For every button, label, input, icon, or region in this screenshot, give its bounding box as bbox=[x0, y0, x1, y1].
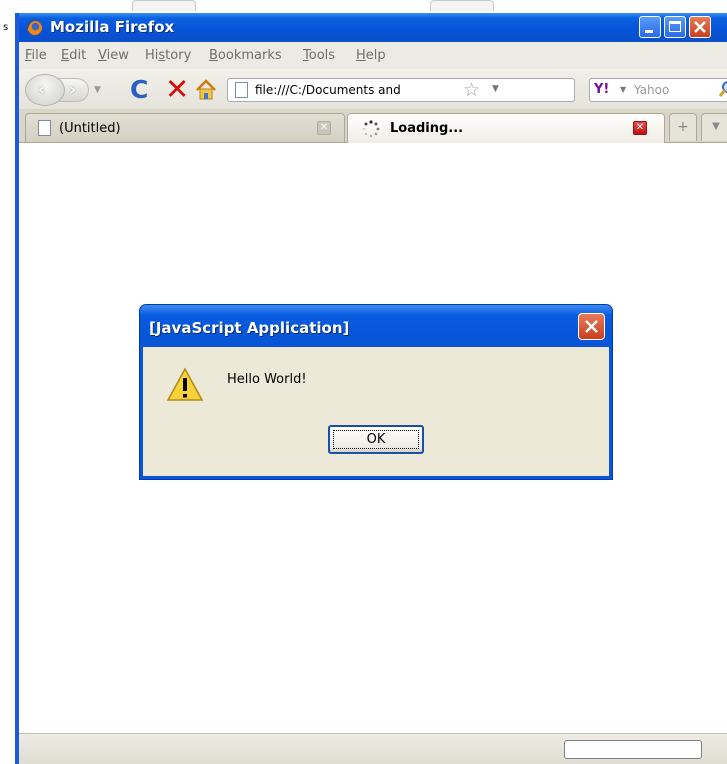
page-icon bbox=[38, 120, 51, 136]
status-bar bbox=[19, 733, 727, 764]
menu-history[interactable]: History bbox=[145, 48, 191, 63]
stop-icon[interactable]: ✕ bbox=[165, 72, 189, 106]
minimize-icon bbox=[645, 30, 653, 33]
dialog-body: Hello World! OK bbox=[143, 347, 609, 476]
search-engine-dropdown-icon[interactable]: ▼ bbox=[620, 85, 626, 94]
search-input[interactable]: Yahoo bbox=[634, 83, 669, 97]
tab-close-icon[interactable]: ✕ bbox=[317, 121, 331, 135]
tab-list-button[interactable]: ▼ bbox=[701, 113, 727, 141]
home-icon[interactable] bbox=[195, 79, 217, 101]
dialog-message: Hello World! bbox=[227, 372, 307, 387]
reload-icon[interactable]: C bbox=[130, 75, 148, 104]
tab-label: Loading... bbox=[390, 121, 464, 136]
maximize-icon bbox=[669, 21, 681, 32]
forward-icon: › bbox=[69, 80, 77, 100]
url-dropdown-icon[interactable]: ▼ bbox=[492, 84, 499, 94]
window-titlebar[interactable]: Mozilla Firefox bbox=[19, 13, 727, 42]
history-dropdown-icon[interactable]: ▼ bbox=[94, 85, 101, 95]
background-window-edge bbox=[132, 0, 196, 11]
menu-file[interactable]: File bbox=[25, 48, 47, 63]
window-title: Mozilla Firefox bbox=[50, 18, 175, 36]
url-bar[interactable]: file:///C:/Documents and ☆ ▼ bbox=[227, 78, 575, 102]
loading-throbber-icon bbox=[362, 120, 380, 138]
alert-dialog: [JavaScript Application] Hello World! OK bbox=[139, 304, 613, 480]
star-icon[interactable]: ☆ bbox=[463, 79, 480, 101]
plus-icon: + bbox=[677, 119, 689, 135]
navigation-toolbar: › ‹ ▼ C ✕ file:///C:/Documents and ☆ ▼ Y… bbox=[19, 69, 727, 110]
dialog-close-button[interactable] bbox=[578, 313, 605, 340]
minimize-button[interactable] bbox=[639, 16, 661, 38]
back-button[interactable]: ‹ bbox=[25, 74, 65, 106]
warning-icon bbox=[166, 367, 204, 401]
tab-loading[interactable]: Loading... ✕ bbox=[347, 113, 665, 143]
menu-tools[interactable]: Tools bbox=[303, 48, 335, 63]
tab-bar: (Untitled) ✕ Loading... ✕ + ▼ bbox=[19, 109, 727, 143]
maximize-button[interactable] bbox=[664, 16, 686, 38]
tab-label: (Untitled) bbox=[59, 121, 121, 136]
ok-button[interactable]: OK bbox=[328, 425, 424, 454]
dialog-titlebar[interactable]: [JavaScript Application] bbox=[140, 305, 612, 347]
url-text[interactable]: file:///C:/Documents and bbox=[255, 83, 401, 97]
menu-bar: File Edit View History Bookmarks Tools H… bbox=[19, 42, 727, 70]
page-icon bbox=[235, 82, 248, 98]
search-icon[interactable] bbox=[718, 80, 727, 98]
tab-close-icon[interactable]: ✕ bbox=[633, 121, 647, 135]
close-icon bbox=[694, 21, 706, 33]
yahoo-icon[interactable]: Y! bbox=[594, 82, 609, 97]
tab-untitled[interactable]: (Untitled) ✕ bbox=[25, 113, 345, 142]
menu-edit[interactable]: Edit bbox=[61, 48, 86, 63]
menu-bookmarks[interactable]: Bookmarks bbox=[209, 48, 282, 63]
firefox-logo-icon bbox=[25, 18, 44, 37]
background-window-edge bbox=[430, 0, 494, 11]
status-progress-field bbox=[564, 740, 702, 759]
dialog-title: [JavaScript Application] bbox=[149, 319, 350, 337]
menu-view[interactable]: View bbox=[98, 48, 129, 63]
back-icon: ‹ bbox=[38, 80, 46, 100]
menu-help[interactable]: Help bbox=[356, 48, 386, 63]
new-tab-button[interactable]: + bbox=[669, 113, 697, 141]
close-icon bbox=[585, 320, 598, 333]
close-window-button[interactable] bbox=[689, 16, 711, 38]
desktop-stray-text: s bbox=[3, 22, 9, 33]
search-bar[interactable]: Y! ▼ Yahoo bbox=[589, 78, 727, 102]
ok-button-label: OK bbox=[366, 432, 386, 447]
chevron-down-icon: ▼ bbox=[712, 121, 720, 132]
